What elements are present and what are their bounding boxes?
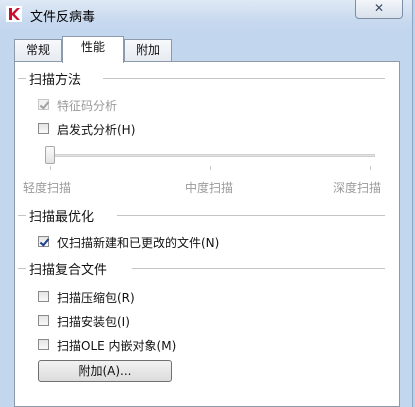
- section-divider: [18, 215, 26, 216]
- tab-performance[interactable]: 性能: [62, 36, 124, 63]
- heuristic-analysis-checkbox[interactable]: [38, 123, 49, 134]
- heuristic-analysis-label[interactable]: 启发式分析(H): [57, 121, 135, 138]
- scan-ole-objects-label[interactable]: 扫描OLE 内嵌对象(M): [57, 337, 176, 354]
- scan-level-slider-track[interactable]: [45, 154, 375, 157]
- slider-tick: [370, 166, 371, 170]
- slider-tick: [210, 166, 211, 170]
- signature-analysis-label: 特征码分析: [57, 99, 118, 113]
- tab-additional[interactable]: 附加: [124, 39, 172, 61]
- scan-installers-label[interactable]: 扫描安装包(I): [57, 313, 130, 330]
- section-divider: [103, 78, 385, 79]
- section-title-scan-optimization: 扫描最优化: [29, 210, 95, 225]
- antivirus-settings-window: 文件反病毒 ✕ 常规 性能 附加 扫描方法 特征码分析 启发式分析(H) 轻度扫…: [0, 0, 413, 407]
- performance-panel: 扫描方法 特征码分析 启发式分析(H) 轻度扫描 中度扫描 深度扫描 扫描最优化…: [14, 61, 400, 407]
- tab-general[interactable]: 常规: [14, 39, 62, 61]
- scan-archives-checkbox[interactable]: [38, 291, 49, 302]
- section-title-scan-method: 扫描方法: [29, 73, 82, 88]
- slider-tick: [50, 166, 51, 170]
- kaspersky-app-icon: [6, 6, 22, 22]
- close-button[interactable]: ✕: [355, 0, 403, 19]
- slider-label-deep: 深度扫描: [333, 181, 382, 195]
- section-title-compound-files: 扫描复合文件: [29, 263, 108, 278]
- title-bar[interactable]: 文件反病毒 ✕: [0, 0, 412, 28]
- scan-ole-objects-checkbox[interactable]: [38, 339, 49, 350]
- section-divider: [117, 215, 385, 216]
- close-icon: ✕: [373, 1, 385, 15]
- signature-analysis-checkbox: [38, 99, 49, 110]
- additional-button[interactable]: 附加(A)...: [38, 360, 172, 382]
- section-divider: [132, 268, 385, 269]
- scan-archives-label[interactable]: 扫描压缩包(R): [57, 289, 135, 306]
- window-title: 文件反病毒: [30, 10, 96, 25]
- scan-level-slider-thumb[interactable]: [45, 146, 55, 164]
- section-divider: [18, 268, 26, 269]
- scan-new-changed-checkbox[interactable]: [38, 236, 49, 247]
- section-divider: [18, 78, 26, 79]
- scan-new-changed-label[interactable]: 仅扫描新建和已更改的文件(N): [57, 234, 219, 251]
- scan-installers-checkbox[interactable]: [38, 315, 49, 326]
- slider-label-medium: 中度扫描: [185, 181, 234, 195]
- slider-label-light: 轻度扫描: [23, 181, 72, 195]
